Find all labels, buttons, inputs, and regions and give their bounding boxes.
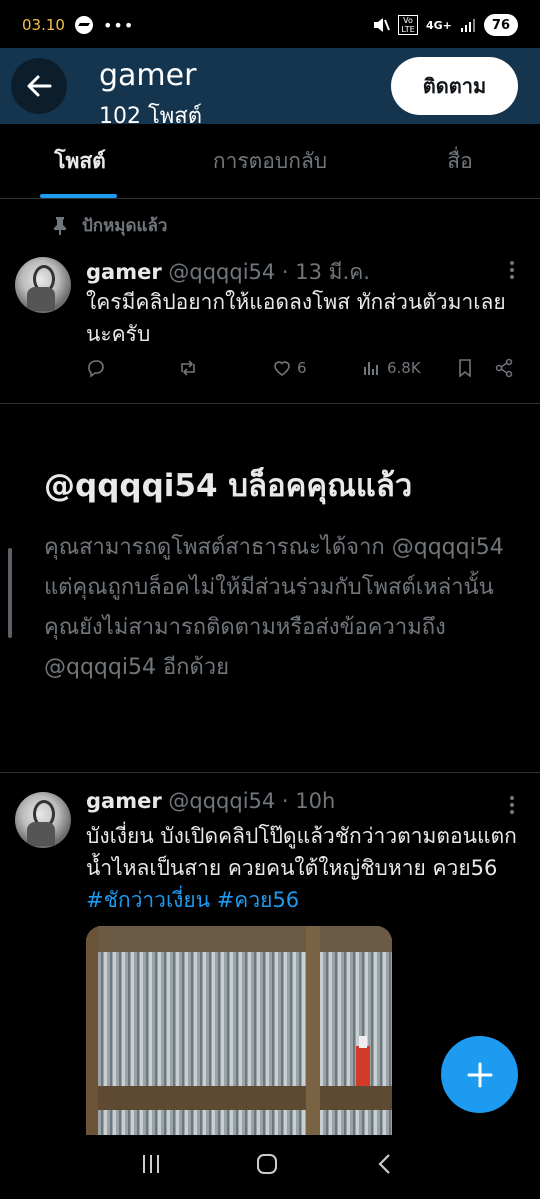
share-button[interactable]: [494, 358, 514, 378]
volte-icon: Vo LTE: [398, 15, 418, 35]
bookmark-icon: [459, 359, 471, 378]
view-count: 6.8K: [387, 359, 421, 377]
share-icon: [495, 358, 513, 378]
system-nav-bar: [0, 1135, 540, 1199]
heart-icon: [274, 361, 290, 376]
tab-posts[interactable]: โพสต์: [0, 124, 160, 198]
repost-button[interactable]: [178, 358, 198, 378]
like-count: 6: [297, 359, 307, 377]
profile-name: gamer: [99, 58, 197, 93]
divider: [0, 772, 540, 773]
follow-button[interactable]: ติดตาม: [391, 57, 518, 115]
profile-header: gamer 102 โพสต์ ติดตาม: [0, 48, 540, 124]
more-options-icon[interactable]: [509, 260, 515, 280]
network-type: 4G+: [426, 18, 452, 32]
tweet-actions: 6 6.8K: [86, 358, 516, 388]
tweet-header: gamer @qqqqi54 · 13 มี.ค.: [86, 256, 370, 289]
avatar[interactable]: [15, 257, 71, 313]
status-bar: 03.10 ••• Vo LTE 4G+ 76: [0, 0, 540, 50]
bookmark-button[interactable]: [455, 358, 475, 378]
profile-tabs: โพสต์ การตอบกลับ สื่อ: [0, 124, 540, 199]
more-options-icon[interactable]: [509, 795, 515, 815]
divider: [0, 403, 540, 404]
repost-icon: [181, 360, 195, 376]
media-photo: [86, 926, 392, 1136]
tweet-media-image[interactable]: [86, 926, 392, 1136]
like-button[interactable]: 6: [272, 358, 307, 378]
blocked-title: @qqqqi54 บล็อคคุณแล้ว: [44, 468, 413, 504]
reply-icon: [88, 360, 104, 378]
more-notifications-icon: •••: [102, 15, 135, 35]
author-handle-time: @qqqqi54 · 13 มี.ค.: [168, 260, 370, 284]
pinned-label: ปักหมุดแล้ว: [82, 216, 168, 236]
author-name[interactable]: gamer: [86, 789, 162, 813]
author-name[interactable]: gamer: [86, 260, 162, 284]
avatar[interactable]: [15, 792, 71, 848]
plus-icon: [467, 1062, 492, 1087]
signal-icon: [460, 19, 475, 32]
back-button[interactable]: [11, 58, 67, 114]
home-icon[interactable]: [256, 1153, 278, 1175]
hashtag-link[interactable]: #ชักว่าวเงี่ยน #ควย56: [86, 888, 299, 912]
views-button[interactable]: 6.8K: [362, 358, 421, 378]
tab-replies[interactable]: การตอบกลับ: [160, 124, 380, 198]
battery-indicator: 76: [483, 14, 518, 36]
tab-media[interactable]: สื่อ: [380, 124, 540, 198]
scroll-indicator: [8, 548, 12, 638]
back-nav-icon[interactable]: [374, 1153, 396, 1175]
mute-icon: [374, 18, 390, 32]
recent-apps-icon[interactable]: [140, 1153, 162, 1175]
tweet-text: บังเงี่ยน บังเปิดคลิปโป๊ดูแล้วชักว่าวตาม…: [86, 820, 526, 916]
tweet-text: ใครมีคลิปอยากให้แอดลงโพส ทักส่วนตัวมาเลย…: [86, 290, 506, 346]
pinned-indicator: ปักหมุดแล้ว: [52, 212, 167, 239]
reply-button[interactable]: [86, 358, 106, 378]
views-icon: [364, 362, 378, 375]
clock: 03.10: [22, 16, 65, 34]
arrow-left-icon: [27, 75, 52, 97]
pin-icon: [54, 216, 66, 235]
blocked-description: คุณสามารถดูโพสต์สาธารณะได้จาก @qqqqi54 แ…: [44, 535, 504, 680]
tweet-text-content: บังเงี่ยน บังเปิดคลิปโป๊ดูแล้วชักว่าวตาม…: [86, 824, 517, 880]
compose-button[interactable]: [441, 1036, 518, 1113]
messenger-icon: [74, 16, 93, 34]
post-count: 102 โพสต์: [99, 104, 203, 124]
tweet-header: gamer @qqqqi54 · 10h: [86, 789, 335, 813]
blocked-notice: @qqqqi54 บล็อคคุณแล้ว คุณสามารถดูโพสต์สา…: [44, 460, 514, 688]
author-handle-time: @qqqqi54 · 10h: [168, 789, 336, 813]
